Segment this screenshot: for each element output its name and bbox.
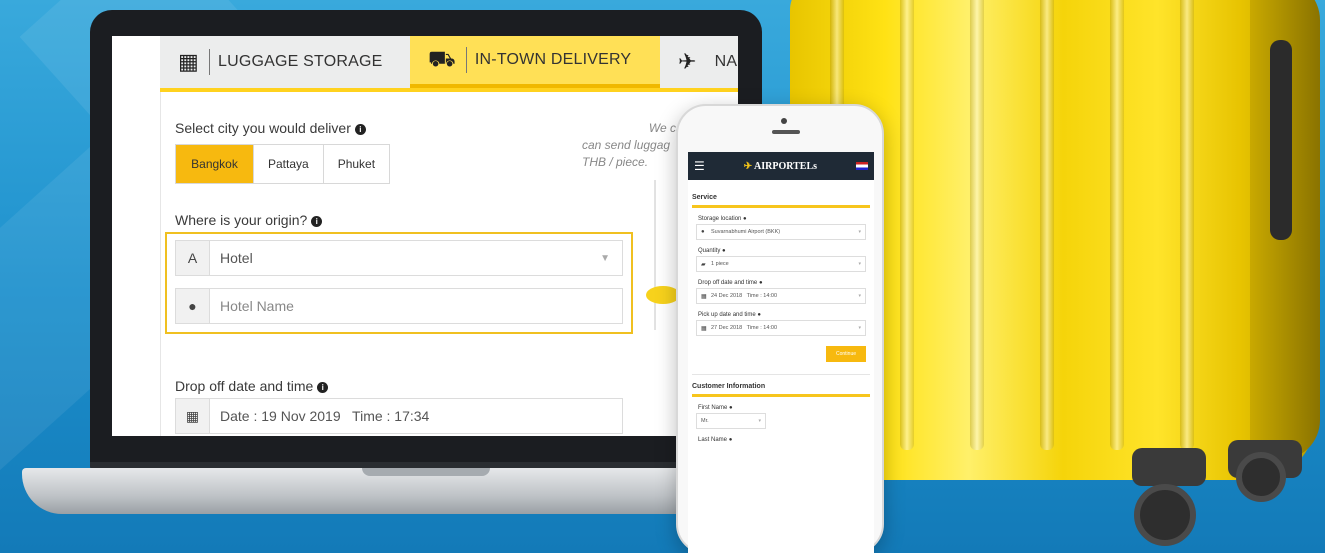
connector-marker <box>646 286 680 304</box>
field-label: Storage location ● <box>698 216 747 222</box>
field-label: Drop off date and time ● <box>698 280 763 286</box>
language-flag-icon[interactable] <box>856 162 868 170</box>
suitcase-rib <box>970 0 984 450</box>
calendar-icon: ▦ <box>176 399 210 433</box>
bag-icon: ▰ <box>701 261 706 268</box>
dropoff-datetime-select[interactable]: ▦ 24 Dec 2018 Time : 14:00 ▾ <box>696 288 866 304</box>
calendar-icon: ▦ <box>701 325 707 332</box>
wing-logo-icon: ✈ <box>743 160 755 172</box>
origin-group: A Hotel ▼ ● Hotel Name <box>165 232 633 334</box>
hotel-name-field[interactable]: ● Hotel Name <box>175 288 623 324</box>
city-selector: Bangkok Pattaya Phuket <box>175 144 391 184</box>
camera <box>781 118 787 124</box>
suitcase-wheel <box>1134 484 1196 546</box>
customer-heading: Customer Information <box>692 383 766 390</box>
calendar-icon: ▦ <box>701 293 707 300</box>
info-icon: ● <box>757 312 761 318</box>
tab-label: NA <box>714 53 738 70</box>
suitcase-rib <box>1180 0 1194 450</box>
speaker <box>772 130 800 134</box>
info-icon: ● <box>722 248 726 254</box>
continue-button[interactable]: Continue <box>826 346 866 362</box>
service-heading: Service <box>692 194 717 201</box>
field-label: Pick up date and time ● <box>698 312 761 318</box>
pickup-datetime-select[interactable]: ▦ 27 Dec 2018 Time : 14:00 ▾ <box>696 320 866 336</box>
location-icon: ● <box>701 229 705 235</box>
airplane-icon: ✈ <box>678 49 697 74</box>
service-tabs: ▦ LUGGAGE STORAGE ⛟ IN-TOWN DELIVERY ✈ N… <box>160 36 738 88</box>
field-label: First Name ● <box>698 405 733 411</box>
wheel-mount <box>1132 448 1206 486</box>
city-option-phuket[interactable]: Phuket <box>323 145 390 183</box>
info-icon: i <box>317 382 329 393</box>
info-icon: ● <box>758 280 763 286</box>
city-label: Select city you would deliver i <box>175 120 366 136</box>
chevron-down-icon: ▾ <box>858 325 861 331</box>
chevron-down-icon: ▼ <box>600 252 610 264</box>
city-option-pattaya[interactable]: Pattaya <box>254 145 324 183</box>
brand-logo[interactable]: ✈ AIRPORTELs <box>705 161 856 172</box>
laptop-screen: ▦ LUGGAGE STORAGE ⛟ IN-TOWN DELIVERY ✈ N… <box>112 36 738 436</box>
tab-label: IN-TOWN DELIVERY <box>474 51 632 68</box>
location-pin-icon: ● <box>176 289 210 323</box>
hand-truck-icon: ⛟ <box>428 45 456 71</box>
origin-label: Where is your origin? i <box>175 212 323 228</box>
info-icon: ● <box>743 216 747 222</box>
suitcase-rib <box>1040 0 1054 450</box>
origin-type-select[interactable]: A Hotel ▼ <box>175 240 623 276</box>
storage-location-select[interactable]: ● Suvarnabhumi Airport (BKK) ▾ <box>696 224 866 240</box>
info-icon: i <box>354 124 366 135</box>
field-label: Quantity ● <box>698 248 726 254</box>
quantity-select[interactable]: ▰ 1 piece ▾ <box>696 256 866 272</box>
info-icon: i <box>311 216 323 227</box>
suitcase-rib <box>1110 0 1124 450</box>
chevron-down-icon: ▾ <box>758 418 761 424</box>
smartphone: ☰ ✈ AIRPORTELs Service Storage location … <box>676 104 884 553</box>
dropoff-label: Drop off date and time i <box>175 378 329 394</box>
suitcase-wheel <box>1236 452 1286 502</box>
chevron-down-icon: ▾ <box>858 261 861 267</box>
mobile-navbar: ☰ ✈ AIRPORTELs <box>688 152 874 180</box>
storage-box-icon: ▦ <box>178 49 199 74</box>
tab-label: LUGGAGE STORAGE <box>218 53 383 70</box>
hamburger-menu-icon[interactable]: ☰ <box>694 159 705 173</box>
chevron-down-icon: ▾ <box>858 229 861 235</box>
phone-screen: ☰ ✈ AIRPORTELs Service Storage location … <box>688 152 874 553</box>
tab-in-town-delivery[interactable]: ⛟ IN-TOWN DELIVERY <box>410 36 660 88</box>
suitcase-handle <box>1270 40 1292 240</box>
tab-airport[interactable]: ✈ NA <box>660 36 738 88</box>
field-label: Last Name ● <box>698 437 733 443</box>
tab-luggage-storage[interactable]: ▦ LUGGAGE STORAGE <box>160 36 410 88</box>
info-icon: ● <box>729 405 733 411</box>
city-option-bangkok[interactable]: Bangkok <box>176 145 254 183</box>
title-select[interactable]: Mr. ▾ <box>696 413 766 429</box>
info-icon: ● <box>728 437 733 443</box>
dropoff-datetime-field[interactable]: ▦ Date : 19 Nov 2019 Time : 17:34 <box>175 398 623 434</box>
chevron-down-icon: ▾ <box>858 293 861 299</box>
connector-line <box>654 180 656 330</box>
suitcase-rib <box>900 0 914 450</box>
